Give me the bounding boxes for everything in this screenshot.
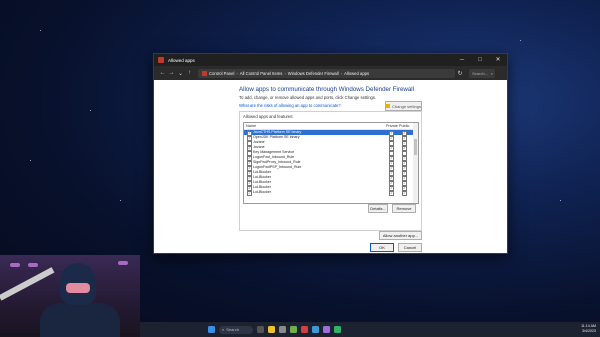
app-icon[interactable] xyxy=(323,326,330,333)
remove-button[interactable]: Remove xyxy=(392,204,416,213)
taskbar-search[interactable]: ⌕ Search xyxy=(219,325,253,334)
task-view-icon[interactable] xyxy=(257,326,264,333)
person-body xyxy=(40,303,120,337)
clock-date: 3/4/2023 xyxy=(582,329,596,333)
start-icon[interactable] xyxy=(208,326,215,333)
change-settings-label: Change settings xyxy=(392,103,421,109)
person-mask xyxy=(66,283,90,293)
minimize-button[interactable]: ─ xyxy=(453,54,471,66)
refresh-button[interactable]: ↻ xyxy=(455,70,465,77)
back-button[interactable]: ← xyxy=(158,70,167,76)
column-public[interactable]: Public xyxy=(399,124,409,128)
breadcrumb[interactable]: Control Panel › All Control Panel Items … xyxy=(198,68,455,78)
breadcrumb-item[interactable]: Control Panel xyxy=(209,71,234,76)
page-title: Allow apps to communicate through Window… xyxy=(239,86,415,93)
window-title: Allowed apps xyxy=(168,57,195,63)
firewall-icon xyxy=(158,57,164,63)
up-button[interactable]: ↑ xyxy=(185,70,194,76)
window-controls: ─ □ ✕ xyxy=(453,54,507,66)
cancel-button[interactable]: Cancel xyxy=(398,243,422,252)
control-panel-icon xyxy=(202,70,207,76)
column-private[interactable]: Private xyxy=(386,124,398,128)
app-icon[interactable] xyxy=(301,326,308,333)
address-bar: ← → ⌄ ↑ Control Panel › All Control Pane… xyxy=(154,66,507,80)
chevron-right-icon: › xyxy=(284,70,286,76)
change-settings-button[interactable]: Change settings xyxy=(385,101,422,111)
group-label: Allowed apps and features: xyxy=(243,114,294,119)
app-icon[interactable] xyxy=(279,326,286,333)
scrollbar-thumb[interactable] xyxy=(414,139,417,155)
details-button[interactable]: Details... xyxy=(368,204,388,213)
wallpaper-star xyxy=(90,110,91,111)
search-input[interactable]: Search... ⌕ xyxy=(469,68,495,78)
webcam-light xyxy=(28,263,38,267)
system-clock[interactable]: 11:14 AM 3/4/2023 xyxy=(581,324,596,334)
wallpaper-star xyxy=(560,200,561,201)
search-icon: ⌕ xyxy=(222,327,225,332)
allowed-apps-window: Allowed apps ─ □ ✕ ← → ⌄ ↑ Control Panel… xyxy=(153,53,508,254)
microphone-arm xyxy=(0,267,55,301)
webcam-light xyxy=(118,261,128,265)
recent-locations-button[interactable]: ⌄ xyxy=(176,70,185,77)
app-enabled-checkbox[interactable]: ✓ xyxy=(247,190,252,196)
content-area: Allow apps to communicate through Window… xyxy=(154,80,507,253)
app-name: LoLBlocker xyxy=(253,190,271,194)
taskbar: ⌕ Search 11:14 AM 3/4/2023 xyxy=(140,322,600,337)
public-checkbox[interactable]: ✓ xyxy=(402,190,407,196)
allowed-apps-list[interactable]: Name Private Public ✓ JavaCTHS Platform S… xyxy=(243,122,419,204)
taskbar-search-label: Search xyxy=(226,327,239,332)
column-name[interactable]: Name xyxy=(246,124,256,128)
private-checkbox[interactable]: ✓ xyxy=(389,190,394,196)
ok-button[interactable]: OK xyxy=(370,243,394,252)
maximize-button[interactable]: □ xyxy=(471,54,489,66)
app-icon[interactable] xyxy=(290,326,297,333)
wallpaper-star xyxy=(40,30,41,31)
webcam-overlay xyxy=(0,255,140,337)
breadcrumb-item[interactable]: Windows Defender Firewall xyxy=(288,71,339,76)
app-icon[interactable] xyxy=(312,326,319,333)
list-scrollbar[interactable] xyxy=(413,123,418,203)
close-button[interactable]: ✕ xyxy=(489,54,507,66)
wallpaper-star xyxy=(520,40,521,41)
forward-button[interactable]: → xyxy=(167,70,176,76)
risks-link[interactable]: What are the risks of allowing an app to… xyxy=(239,103,341,108)
chevron-right-icon: › xyxy=(236,70,238,76)
list-header: Name Private Public xyxy=(244,123,418,130)
wallpaper-star xyxy=(120,200,121,201)
list-rows: ✓ JavaCTHS Platform SE binary ✓ ✓ ✓ OpenJDK P… xyxy=(244,130,418,196)
title-bar: Allowed apps ─ □ ✕ xyxy=(154,54,507,66)
search-placeholder: Search... xyxy=(472,70,489,76)
chevron-right-icon: › xyxy=(340,70,343,76)
wallpaper-star xyxy=(30,160,31,161)
breadcrumb-item[interactable]: All Control Panel Items xyxy=(240,71,283,76)
search-icon: ⌕ xyxy=(490,70,493,76)
shield-icon xyxy=(386,104,391,108)
file-explorer-icon[interactable] xyxy=(268,326,275,333)
allow-another-app-button[interactable]: Allow another app... xyxy=(379,231,422,240)
breadcrumb-item[interactable]: Allowed apps xyxy=(344,71,369,76)
instructions-text: To add, change, or remove allowed apps a… xyxy=(239,95,377,100)
list-item[interactable]: ✓ LoLBlocker ✓ ✓ xyxy=(244,190,418,196)
allowed-apps-group: Allowed apps and features: Name Private … xyxy=(239,111,422,231)
webcam-light xyxy=(10,263,20,267)
app-icon[interactable] xyxy=(334,326,341,333)
